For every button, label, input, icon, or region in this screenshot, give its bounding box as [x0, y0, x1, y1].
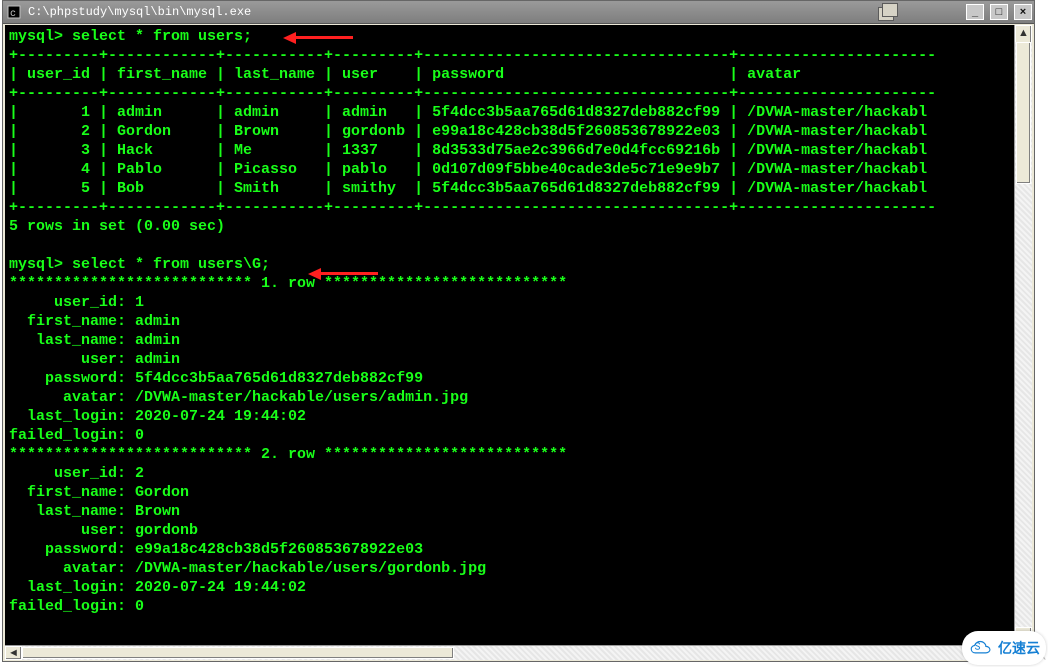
terminal-output[interactable]: mysql> select * from users; +---------+-…	[5, 25, 1032, 620]
window-title: C:\phpstudy\mysql\bin\mysql.exe	[28, 5, 251, 19]
scroll-left-button[interactable]: ◄	[5, 646, 22, 660]
vscroll-thumb[interactable]	[1016, 42, 1031, 184]
horizontal-scrollbar[interactable]: ◄ ►	[5, 645, 1032, 660]
terminal-viewport: mysql> select * from users; +---------+-…	[5, 25, 1032, 646]
hscroll-thumb[interactable]	[22, 647, 454, 659]
svg-text:c: c	[10, 9, 16, 19]
brand-badge: 亿速云	[962, 631, 1046, 665]
vscroll-track[interactable]	[1015, 42, 1032, 629]
minimize-button[interactable]: _	[966, 4, 984, 20]
maximize-button[interactable]: □	[990, 4, 1008, 20]
app-icon: c	[7, 5, 21, 19]
cascade-icon[interactable]	[878, 3, 900, 21]
hscroll-track[interactable]	[22, 646, 1015, 660]
brand-badge-text: 亿速云	[998, 641, 1040, 655]
console-window: c C:\phpstudy\mysql\bin\mysql.exe _ □ × …	[2, 0, 1035, 662]
vertical-scrollbar[interactable]: ▲ ▼	[1014, 25, 1032, 646]
titlebar[interactable]: c C:\phpstudy\mysql\bin\mysql.exe _ □ ×	[3, 1, 1034, 24]
close-button[interactable]: ×	[1014, 4, 1032, 20]
cloud-icon	[968, 638, 994, 658]
